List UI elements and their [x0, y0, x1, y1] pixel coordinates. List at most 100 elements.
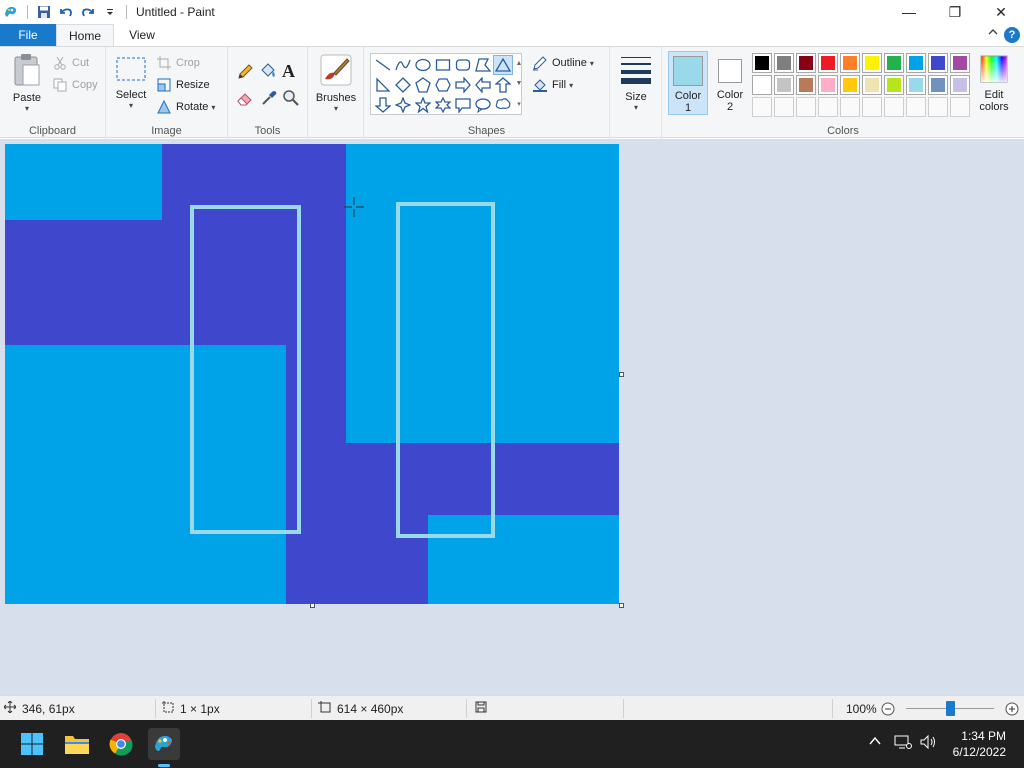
rotate-button[interactable]: Rotate ▾: [156, 97, 215, 117]
down-arrow-shape-icon[interactable]: [373, 95, 393, 115]
zoom-slider-thumb[interactable]: [946, 701, 955, 716]
palette-color-swatch[interactable]: [774, 53, 794, 73]
text-tool-icon[interactable]: A: [282, 61, 295, 82]
pentagon-shape-icon[interactable]: [413, 75, 433, 95]
palette-custom-slot[interactable]: [774, 97, 794, 117]
fill-bucket-icon[interactable]: [258, 61, 278, 84]
color1-selector[interactable]: Color 1: [668, 51, 708, 115]
redo-icon[interactable]: [77, 1, 99, 23]
hexagon-shape-icon[interactable]: [433, 75, 453, 95]
expand-gallery-icon[interactable]: ▾: [517, 100, 521, 108]
color-picker-icon[interactable]: [260, 89, 278, 110]
oval-shape-icon[interactable]: [413, 55, 433, 75]
left-arrow-shape-icon[interactable]: [473, 75, 493, 95]
show-hidden-icons-icon[interactable]: [868, 734, 882, 751]
palette-color-swatch[interactable]: [774, 75, 794, 95]
right-arrow-shape-icon[interactable]: [453, 75, 473, 95]
minimize-button[interactable]: —: [886, 0, 932, 24]
palette-color-swatch[interactable]: [928, 75, 948, 95]
customize-quick-access-icon[interactable]: [99, 1, 121, 23]
six-point-star-shape-icon[interactable]: [433, 95, 453, 115]
palette-custom-slot[interactable]: [840, 97, 860, 117]
resize-handle-corner[interactable]: [619, 603, 624, 608]
palette-custom-slot[interactable]: [818, 97, 838, 117]
resize-button[interactable]: Resize: [156, 75, 210, 95]
palette-color-swatch[interactable]: [884, 75, 904, 95]
crop-button[interactable]: Crop: [156, 53, 200, 73]
file-explorer-icon[interactable]: [61, 728, 93, 760]
palette-color-swatch[interactable]: [950, 75, 970, 95]
size-button[interactable]: Size ▾: [616, 55, 656, 112]
palette-color-swatch[interactable]: [818, 75, 838, 95]
palette-custom-slot[interactable]: [796, 97, 816, 117]
undo-icon[interactable]: [55, 1, 77, 23]
palette-color-swatch[interactable]: [906, 53, 926, 73]
diamond-shape-icon[interactable]: [393, 75, 413, 95]
oval-callout-shape-icon[interactable]: [473, 95, 493, 115]
close-button[interactable]: ✕: [978, 0, 1024, 24]
save-icon[interactable]: [33, 1, 55, 23]
eraser-icon[interactable]: [236, 89, 254, 110]
palette-color-swatch[interactable]: [796, 75, 816, 95]
palette-custom-slot[interactable]: [950, 97, 970, 117]
tab-home[interactable]: Home: [56, 24, 114, 46]
up-arrow-shape-icon[interactable]: [493, 75, 513, 95]
five-point-star-shape-icon[interactable]: [413, 95, 433, 115]
tab-file[interactable]: File: [0, 24, 56, 46]
palette-color-swatch[interactable]: [950, 53, 970, 73]
magnifier-icon[interactable]: [282, 89, 300, 110]
resize-handle-right[interactable]: [619, 372, 624, 377]
line-shape-icon[interactable]: [373, 55, 393, 75]
zoom-out-icon[interactable]: [881, 702, 895, 719]
resize-handle-bottom[interactable]: [310, 603, 315, 608]
tab-view[interactable]: View: [114, 24, 170, 46]
shapes-scrollbar[interactable]: ▲ ▼ ▾: [515, 54, 523, 114]
rectangle-shape-icon[interactable]: [433, 55, 453, 75]
minimize-ribbon-icon[interactable]: [988, 28, 998, 39]
palette-custom-slot[interactable]: [862, 97, 882, 117]
canvas-workspace[interactable]: [0, 139, 1024, 695]
palette-color-swatch[interactable]: [818, 53, 838, 73]
chrome-icon[interactable]: [105, 728, 137, 760]
palette-color-swatch[interactable]: [906, 75, 926, 95]
palette-color-swatch[interactable]: [928, 53, 948, 73]
copy-button[interactable]: Copy: [52, 75, 98, 95]
help-icon[interactable]: ?: [1004, 27, 1020, 43]
cut-button[interactable]: Cut: [52, 53, 89, 73]
scroll-up-icon[interactable]: ▲: [516, 60, 523, 67]
triangle-shape-icon[interactable]: [493, 55, 513, 75]
cloud-callout-shape-icon[interactable]: [493, 95, 513, 115]
polygon-shape-icon[interactable]: [473, 55, 493, 75]
scroll-down-icon[interactable]: ▼: [516, 80, 523, 87]
outline-button[interactable]: Outline ▾: [532, 53, 594, 73]
edit-colors-button[interactable]: Edit colors: [974, 55, 1014, 113]
palette-custom-slot[interactable]: [884, 97, 904, 117]
palette-color-swatch[interactable]: [862, 53, 882, 73]
palette-custom-slot[interactable]: [928, 97, 948, 117]
zoom-in-icon[interactable]: [1005, 702, 1019, 719]
right-triangle-shape-icon[interactable]: [373, 75, 393, 95]
system-clock[interactable]: 1:34 PM 6/12/2022: [953, 728, 1006, 760]
network-icon[interactable]: [894, 734, 912, 753]
paste-button[interactable]: Paste ▾: [8, 53, 46, 113]
palette-color-swatch[interactable]: [796, 53, 816, 73]
rect-callout-shape-icon[interactable]: [453, 95, 473, 115]
drawing-canvas[interactable]: [5, 144, 619, 604]
volume-icon[interactable]: [920, 734, 938, 753]
palette-color-swatch[interactable]: [752, 53, 772, 73]
palette-color-swatch[interactable]: [752, 75, 772, 95]
palette-color-swatch[interactable]: [884, 53, 904, 73]
paint-taskbar-icon[interactable]: [148, 728, 180, 760]
palette-color-swatch[interactable]: [862, 75, 882, 95]
pencil-icon[interactable]: [236, 63, 254, 84]
start-icon[interactable]: [16, 728, 48, 760]
palette-color-swatch[interactable]: [840, 75, 860, 95]
color2-selector[interactable]: Color 2: [710, 51, 750, 115]
four-point-star-shape-icon[interactable]: [393, 95, 413, 115]
rounded-rectangle-shape-icon[interactable]: [453, 55, 473, 75]
maximize-button[interactable]: ❐: [932, 0, 978, 24]
palette-custom-slot[interactable]: [752, 97, 772, 117]
palette-color-swatch[interactable]: [840, 53, 860, 73]
brushes-button[interactable]: Brushes ▾: [314, 53, 358, 113]
curve-shape-icon[interactable]: [393, 55, 413, 75]
